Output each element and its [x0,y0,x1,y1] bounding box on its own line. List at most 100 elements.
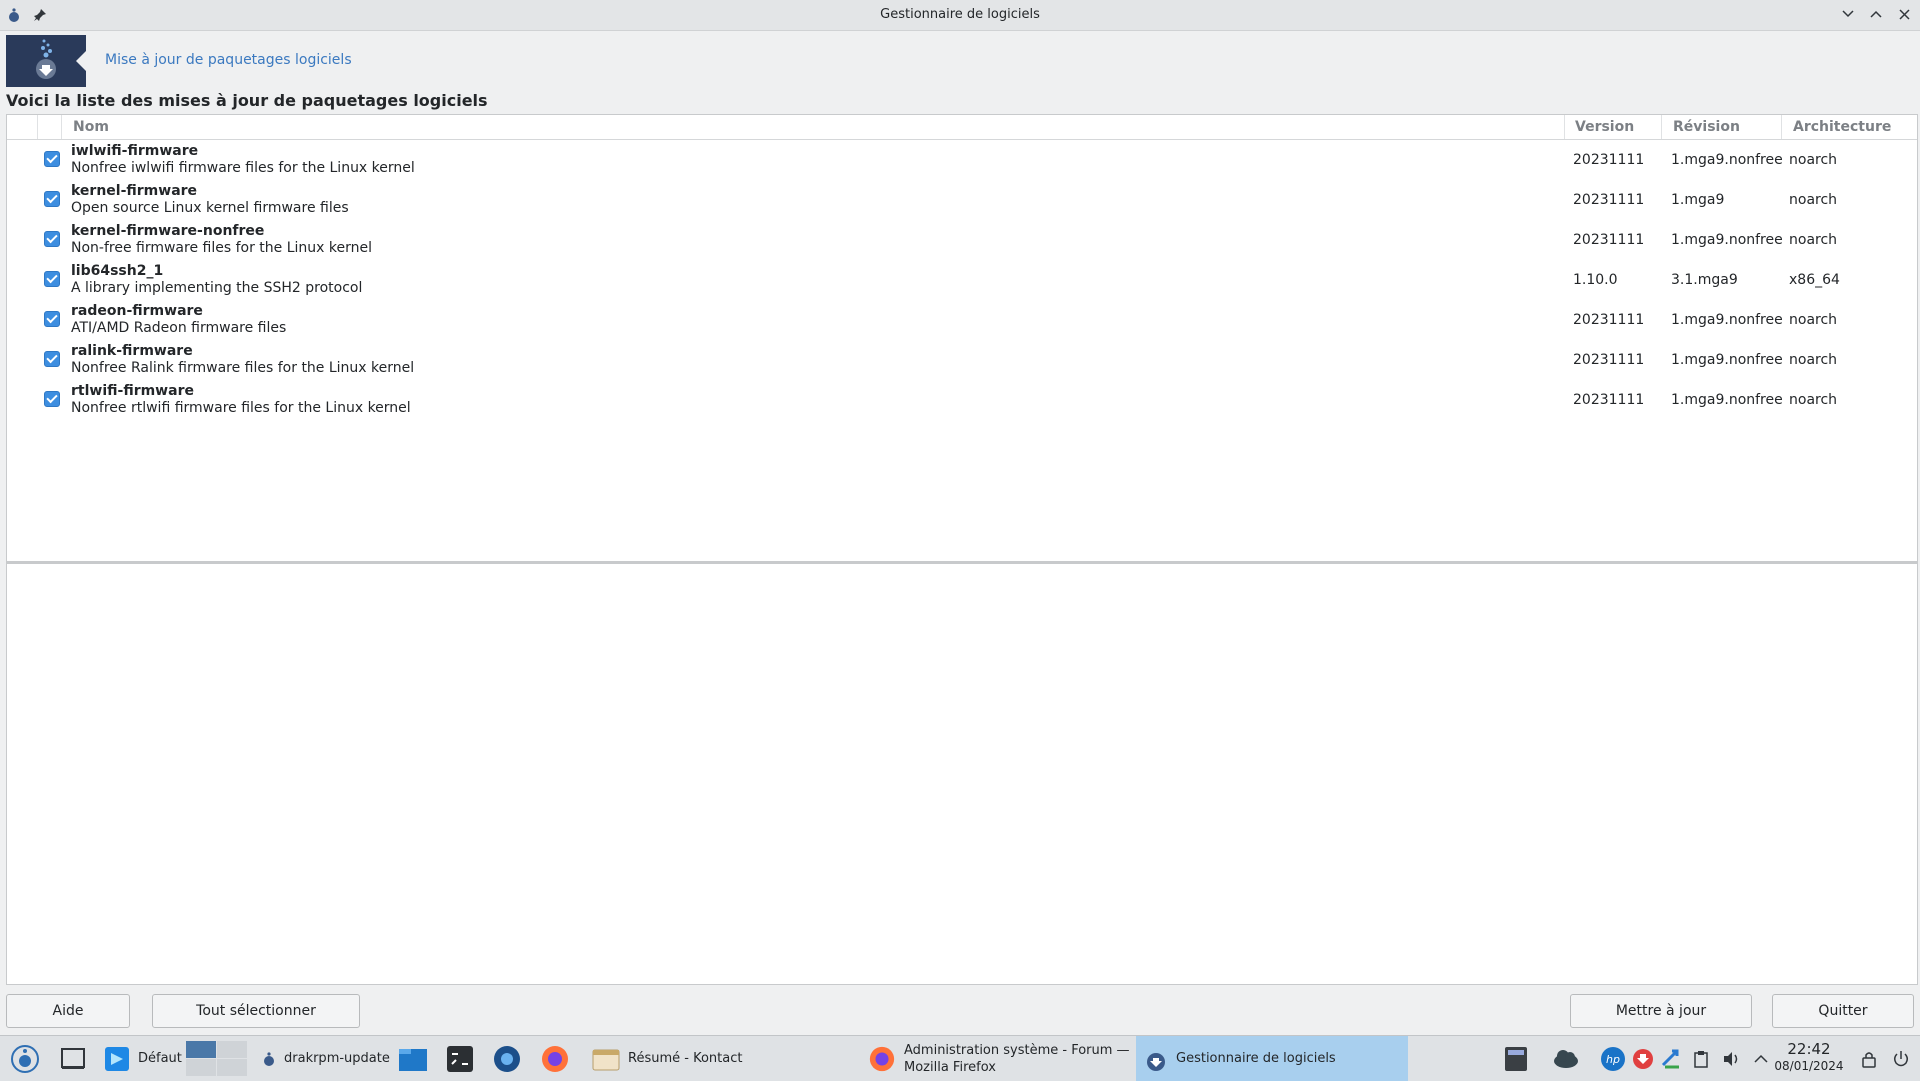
lock-screen-icon[interactable] [1862,1036,1876,1081]
package-revision: 1.mga9.nonfree [1671,352,1783,368]
settings-icon[interactable] [492,1036,522,1081]
tray-expand-icon[interactable] [1754,1036,1768,1081]
table-row[interactable]: ralink-firmware Nonfree Ralink firmware … [7,340,1917,380]
hp-printer-icon[interactable]: hp [1600,1036,1626,1081]
power-icon[interactable] [1892,1036,1910,1081]
package-arch: noarch [1789,192,1838,208]
column-header-version[interactable]: Version [1575,119,1634,135]
table-row[interactable]: iwlwifi-firmware Nonfree iwlwifi firmwar… [7,140,1917,180]
network-transfer-icon[interactable] [1660,1036,1682,1081]
task-label: Administration système - Forum — Mozilla… [904,1042,1130,1075]
column-separator [37,115,38,139]
package-version: 20231111 [1573,152,1645,168]
svg-text:hp: hp [1606,1053,1620,1066]
table-row[interactable]: radeon-firmware ATI/AMD Radeon firmware … [7,300,1917,340]
table-row[interactable]: rtlwifi-firmware Nonfree rtlwifi firmwar… [7,380,1917,420]
package-arch: x86_64 [1789,272,1840,288]
column-header-architecture[interactable]: Architecture [1793,119,1891,135]
maximize-icon[interactable] [1868,5,1884,23]
task-label: Gestionnaire de logiciels [1176,1051,1336,1066]
cloud-icon[interactable] [1552,1036,1580,1081]
package-version: 20231111 [1573,312,1645,328]
clipboard-icon[interactable] [1694,1036,1708,1081]
package-checkbox[interactable] [44,231,60,247]
activity-label: Défaut [138,1051,182,1066]
package-version: 20231111 [1573,392,1645,408]
update-button[interactable]: Mettre à jour [1570,994,1752,1028]
package-details-pane[interactable] [6,561,1918,985]
package-version: 20231111 [1573,192,1645,208]
table-row[interactable]: kernel-firmware Open source Linux kernel… [7,180,1917,220]
table-row[interactable]: kernel-firmware-nonfree Non-free firmwar… [7,220,1917,260]
update-notifier-icon[interactable] [1632,1036,1654,1081]
task-label: Résumé - Kontact [628,1051,743,1066]
package-name: ralink-firmware [71,343,193,359]
close-icon[interactable] [1896,5,1912,23]
desktop-2[interactable] [217,1041,247,1058]
column-header-name[interactable]: Nom [73,119,109,135]
activities-icon [105,1046,129,1071]
file-manager-icon[interactable] [398,1036,428,1081]
calculator-icon[interactable] [1504,1036,1528,1081]
package-description: A library implementing the SSH2 protocol [71,280,363,296]
show-desktop-icon[interactable] [60,1036,86,1081]
drakrpm-icon [264,1051,274,1066]
column-separator [1781,115,1782,139]
software-manager-icon [1147,1052,1165,1071]
task-label: drakrpm-update [284,1051,390,1066]
package-checkbox[interactable] [44,191,60,207]
header-update-link[interactable]: Mise à jour de paquetages logiciels [105,52,352,68]
desktop-4[interactable] [217,1059,247,1076]
column-header-revision[interactable]: Révision [1673,119,1740,135]
package-checkbox[interactable] [44,351,60,367]
package-arch: noarch [1789,232,1838,248]
package-revision: 1.mga9.nonfree [1671,392,1783,408]
package-description: Nonfree iwlwifi firmware files for the L… [71,160,415,176]
column-separator [1661,115,1662,139]
package-checkbox[interactable] [44,311,60,327]
taskbar: Défaut drakrpm-update Résumé - Kontact A… [0,1035,1920,1081]
help-button[interactable]: Aide [6,994,130,1028]
virtual-desktop-pager[interactable] [186,1036,247,1081]
table-row[interactable]: lib64ssh2_1 A library implementing the S… [7,260,1917,300]
package-arch: noarch [1789,152,1838,168]
package-version: 20231111 [1573,352,1645,368]
package-name: kernel-firmware [71,183,198,199]
package-name: lib64ssh2_1 [71,263,164,279]
package-revision: 1.mga9.nonfree [1671,232,1783,248]
package-revision: 3.1.mga9 [1671,272,1738,288]
package-checkbox[interactable] [44,151,60,167]
volume-icon[interactable] [1722,1036,1740,1081]
clock[interactable]: 22:42 08/01/2024 [1774,1040,1844,1074]
clock-date: 08/01/2024 [1774,1059,1844,1073]
desktop-3[interactable] [186,1059,216,1076]
package-description: Nonfree Ralink firmware files for the Li… [71,360,415,376]
select-all-button[interactable]: Tout sélectionner [152,994,360,1028]
terminal-icon[interactable] [446,1036,474,1081]
title-bar: Gestionnaire de logiciels [0,0,1920,31]
package-checkbox[interactable] [44,391,60,407]
package-name: rtlwifi-firmware [71,383,194,399]
package-checkbox[interactable] [44,271,60,287]
package-version: 20231111 [1573,232,1645,248]
application-launcher-icon[interactable] [10,1036,40,1081]
column-separator [61,115,62,139]
task-firefox-forum[interactable]: Administration système - Forum — Mozilla… [860,1036,1132,1081]
quit-button[interactable]: Quitter [1772,994,1914,1028]
activity-switcher[interactable]: Défaut [104,1036,182,1081]
clock-time: 22:42 [1787,1040,1831,1058]
task-kontact[interactable]: Résumé - Kontact [584,1036,856,1081]
table-header: Nom Version Révision Architecture [7,115,1917,140]
package-arch: noarch [1789,312,1838,328]
package-name: radeon-firmware [71,303,203,319]
kontact-icon [592,1049,620,1070]
task-software-manager[interactable]: Gestionnaire de logiciels [1136,1036,1408,1081]
package-description: Open source Linux kernel firmware files [71,200,349,216]
minimize-icon[interactable] [1840,5,1856,23]
desktop-1[interactable] [186,1041,216,1058]
firefox-icon[interactable] [540,1036,570,1081]
task-drakrpm-update[interactable]: drakrpm-update [254,1036,394,1081]
package-version: 1.10.0 [1573,272,1618,288]
package-table: Nom Version Révision Architecture iwlwif… [6,114,1918,563]
package-revision: 1.mga9.nonfree [1671,312,1783,328]
